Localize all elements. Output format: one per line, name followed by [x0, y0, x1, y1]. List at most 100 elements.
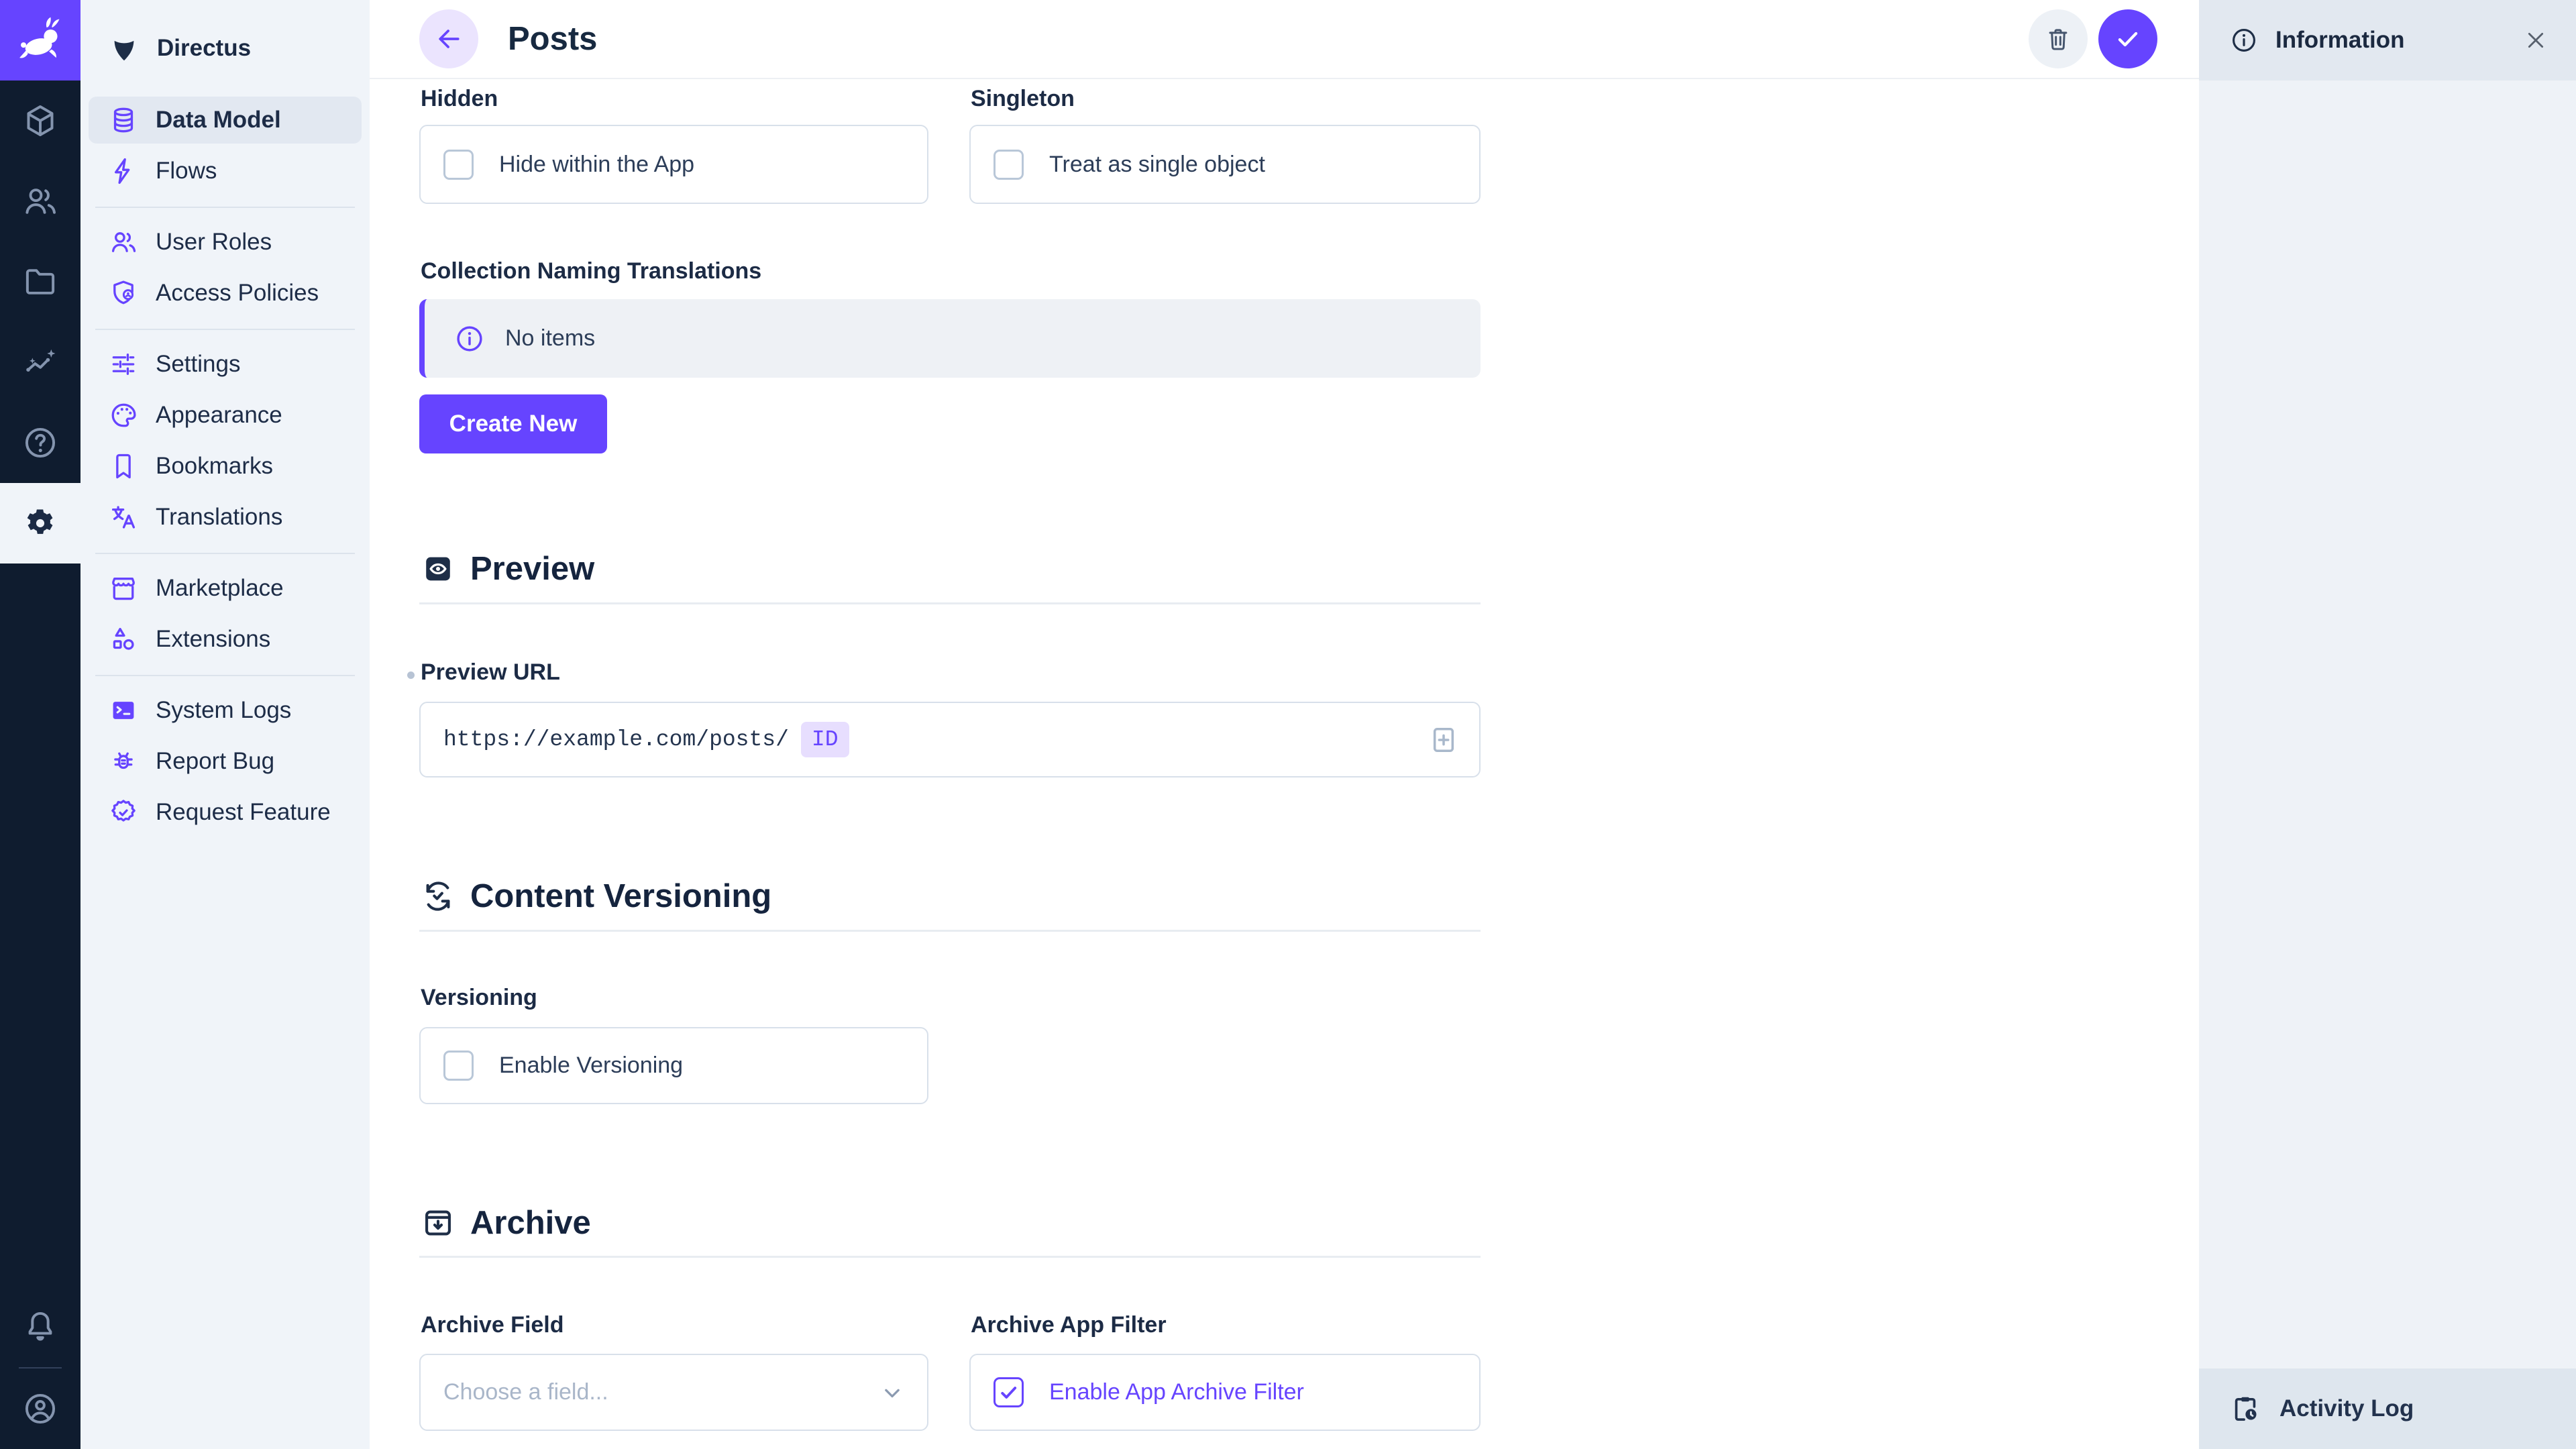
sidebar-item-label: System Logs [156, 697, 291, 724]
sidebar-item-label: Access Policies [156, 280, 319, 307]
archive-icon [421, 1205, 455, 1240]
sidebar-item-flows[interactable]: Flows [89, 148, 362, 195]
singleton-checkbox[interactable] [994, 150, 1024, 180]
sidebar-item-access-policies[interactable]: Access Policies [89, 270, 362, 317]
singleton-checkbox-label: Treat as single object [1049, 152, 1265, 178]
delete-collection-button[interactable] [2029, 9, 2088, 68]
sidebar-divider [95, 553, 355, 554]
sidebar-item-label: Request Feature [156, 799, 331, 826]
preview-url-input[interactable]: https://example.com/posts/ ID [419, 702, 1481, 777]
sidebar-item-report-bug[interactable]: Report Bug [89, 738, 362, 785]
tune-icon [109, 350, 138, 379]
sidebar-item-data-model[interactable]: Data Model [89, 97, 362, 144]
archive-section-title: Archive [470, 1204, 591, 1242]
archive-filter-checkbox[interactable] [994, 1377, 1024, 1407]
archive-filter-checkbox-label: Enable App Archive Filter [1049, 1379, 1304, 1405]
arrow-left-icon [434, 24, 464, 54]
module-bar-spacer [0, 564, 80, 1287]
hidden-field-label: Hidden [421, 86, 498, 112]
sidebar-item-bookmarks[interactable]: Bookmarks [89, 443, 362, 490]
insights-icon [21, 343, 59, 381]
sidebar-divider [95, 329, 355, 330]
singleton-field-label: Singleton [971, 86, 1075, 112]
module-docs-button[interactable] [0, 402, 80, 483]
bolt-icon [109, 156, 138, 186]
sidebar-item-settings[interactable]: Settings [89, 341, 362, 388]
info-panel: Information Activity Log [2199, 0, 2576, 1449]
clipboard-clock-icon [2230, 1393, 2261, 1424]
sidebar-item-system-logs[interactable]: System Logs [89, 687, 362, 734]
sidebar-item-marketplace[interactable]: Marketplace [89, 565, 362, 612]
info-icon [454, 323, 485, 354]
notifications-button[interactable] [0, 1287, 80, 1367]
hidden-checkbox-label: Hide within the App [499, 152, 694, 178]
sidebar-item-label: Translations [156, 504, 282, 531]
module-files-button[interactable] [0, 241, 80, 322]
sidebar-item-extensions[interactable]: Extensions [89, 616, 362, 663]
sidebar-item-label: User Roles [156, 229, 272, 256]
bookmark-icon [109, 451, 138, 481]
versioning-checkbox[interactable] [443, 1051, 474, 1081]
sidebar-item-user-roles[interactable]: User Roles [89, 219, 362, 266]
bell-icon [21, 1308, 59, 1346]
archive-filter-checkbox-field[interactable]: Enable App Archive Filter [969, 1354, 1481, 1431]
shield-user-icon [109, 278, 138, 308]
naming-translations-label: Collection Naming Translations [421, 258, 761, 284]
chevron-down-icon [877, 1378, 907, 1407]
back-button[interactable] [419, 9, 478, 68]
info-panel-body [2199, 80, 2576, 1368]
directus-app: Directus Data Model [0, 0, 2576, 1449]
sidebar-item-label: Settings [156, 351, 240, 378]
rabbit-logo-icon [15, 15, 66, 66]
preview-section-heading: Preview [421, 550, 594, 588]
user-menu-button[interactable] [0, 1368, 80, 1449]
seal-check-icon [109, 798, 138, 827]
project-name: Directus [157, 35, 251, 62]
sidebar-item-translations[interactable]: Translations [89, 494, 362, 541]
sidebar-item-appearance[interactable]: Appearance [89, 392, 362, 439]
hidden-checkbox[interactable] [443, 150, 474, 180]
archive-field-label: Archive Field [421, 1312, 564, 1338]
main-area: Posts [370, 0, 2199, 1449]
section-divider [419, 1256, 1481, 1258]
sidebar-item-request-feature[interactable]: Request Feature [89, 789, 362, 836]
sidebar-item-label: Data Model [156, 107, 281, 133]
section-divider [419, 602, 1481, 604]
add-url-field-button[interactable] [1427, 723, 1460, 757]
save-button[interactable] [2098, 9, 2157, 68]
translate-icon [109, 502, 138, 532]
versioning-checkbox-field[interactable]: Enable Versioning [419, 1027, 928, 1104]
module-settings-button[interactable] [0, 483, 80, 564]
bug-icon [109, 747, 138, 776]
module-bar [0, 0, 80, 1449]
info-panel-title: Information [2275, 27, 2404, 54]
create-new-button[interactable]: Create New [419, 394, 607, 453]
singleton-checkbox-field[interactable]: Treat as single object [969, 125, 1481, 204]
module-users-button[interactable] [0, 161, 80, 241]
module-insights-button[interactable] [0, 322, 80, 402]
archive-field-select[interactable]: Choose a field... [419, 1354, 928, 1431]
project-header[interactable]: Directus [80, 0, 370, 97]
hidden-checkbox-field[interactable]: Hide within the App [419, 125, 928, 204]
close-sidebar-button[interactable] [2522, 27, 2549, 54]
check-icon [2113, 24, 2143, 54]
module-content-button[interactable] [0, 80, 80, 161]
activity-log-toggle[interactable]: Activity Log [2199, 1368, 2576, 1449]
archive-section-heading: Archive [421, 1204, 591, 1242]
info-panel-header: Information [2199, 0, 2576, 80]
trash-icon [2044, 25, 2072, 53]
folder-icon [21, 263, 59, 301]
user-circle-icon [21, 1390, 59, 1428]
storefront-icon [109, 574, 138, 603]
preview-url-id-chip[interactable]: ID [801, 722, 849, 757]
terminal-icon [109, 696, 138, 725]
sidebar-item-label: Marketplace [156, 575, 284, 602]
versioning-section-title: Content Versioning [470, 877, 771, 915]
collection-settings-form: Hidden Hide within the App Singleton Tre… [419, 79, 1481, 1449]
no-items-notice: No items [419, 299, 1481, 378]
directus-logo[interactable] [0, 0, 80, 80]
cube-icon [21, 102, 59, 140]
info-icon [2230, 26, 2258, 54]
page-title: Posts [508, 20, 597, 58]
page-header: Posts [370, 0, 2199, 79]
